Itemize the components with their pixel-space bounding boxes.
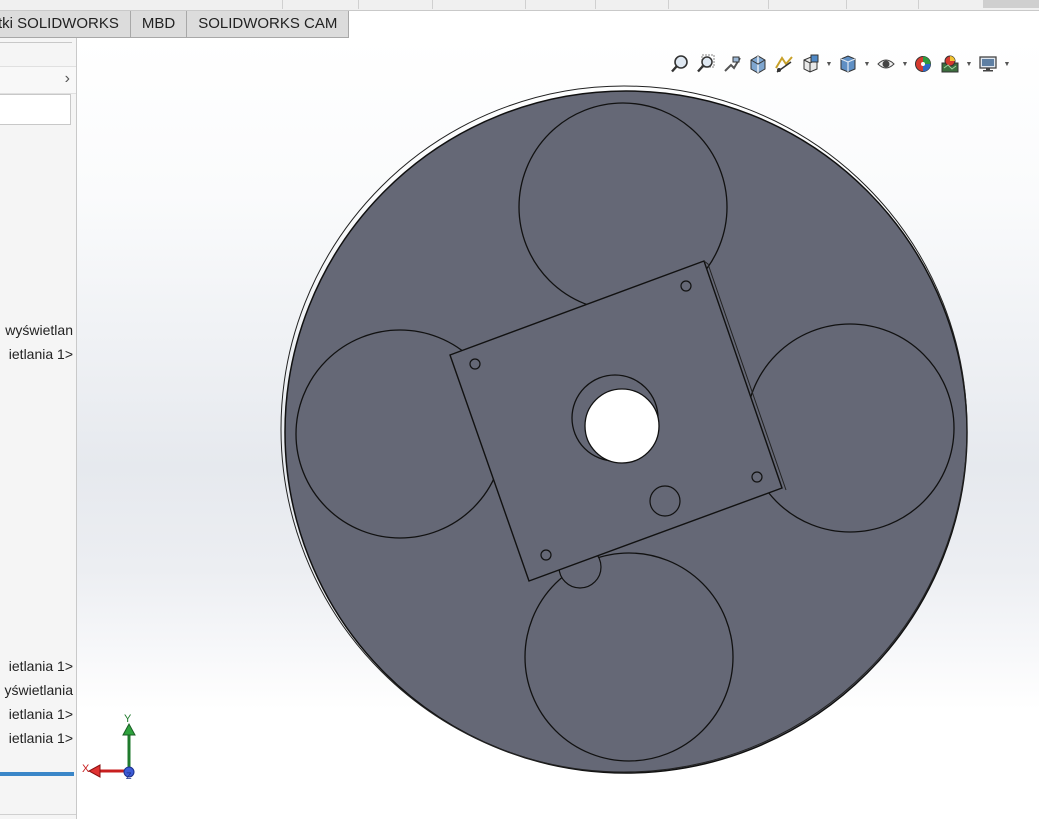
screw-hole[interactable] [751,471,763,483]
zoom-to-area-icon[interactable] [695,53,717,75]
graphics-area[interactable]: ▼ ▼ ▼ ▼ ▼ [77,38,1039,819]
tree-item[interactable]: ietlania 1> [9,346,73,362]
tree-item[interactable]: ietlania 1> [9,706,73,722]
screw-hole[interactable] [469,358,481,370]
chevron-down-icon[interactable]: ▼ [825,53,833,75]
tab-solidworks-addins[interactable]: tki SOLIDWORKS [0,11,131,38]
triad-z-label: Z [126,771,132,781]
tab-mbd[interactable]: MBD [130,11,188,38]
display-style-icon[interactable] [837,53,859,75]
triad-y-label: Y [124,713,132,725]
screw-hole[interactable] [680,280,692,292]
triad-x-label: X [82,763,90,775]
chevron-down-icon[interactable]: ▼ [965,53,973,75]
chevron-down-icon[interactable]: ▼ [863,53,871,75]
filter-field[interactable] [0,94,71,125]
model-view[interactable] [77,38,1039,819]
edit-appearance-icon[interactable] [913,53,935,75]
screw-hole[interactable] [540,549,552,561]
command-manager-tabs: tki SOLIDWORKS MBD SOLIDWORKS CAM [0,11,350,38]
view-orientation-icon[interactable] [799,53,821,75]
panel-divider [0,42,72,43]
top-strip [0,0,1039,11]
tree-item[interactable]: ietlania 1> [9,730,73,746]
top-scrollbar[interactable] [983,0,1039,8]
tree-item[interactable]: wyświetlan [5,322,73,338]
hide-show-icon[interactable] [875,53,897,75]
chevron-right-icon[interactable]: › [65,70,70,88]
section-view-icon[interactable] [747,53,769,75]
view-settings-icon[interactable] [977,53,999,75]
pocket-right[interactable] [745,323,955,533]
tree-item[interactable]: yświetlania [5,682,73,698]
dynamic-annotation-icon[interactable] [773,53,795,75]
chevron-down-icon[interactable]: ▼ [901,53,909,75]
small-hole[interactable] [649,485,681,517]
tab-solidworks-cam[interactable]: SOLIDWORKS CAM [187,11,350,38]
feature-manager-panel: › wyświetlan ietlania 1> ietlania 1> yśw… [0,38,77,819]
zoom-to-fit-icon[interactable] [669,53,691,75]
panel-header-row[interactable]: › [0,66,76,94]
center-bore[interactable] [584,388,660,464]
heads-up-view-toolbar: ▼ ▼ ▼ ▼ ▼ [669,53,1011,75]
previous-view-icon[interactable] [721,53,743,75]
chevron-down-icon[interactable]: ▼ [1003,53,1011,75]
apply-scene-icon[interactable] [939,53,961,75]
pocket-bottom[interactable] [524,552,734,762]
reference-triad: Y X Z [80,713,142,786]
tree-item[interactable]: ietlania 1> [9,658,73,674]
selection-bar [0,772,74,776]
panel-bottom-divider [0,814,76,815]
